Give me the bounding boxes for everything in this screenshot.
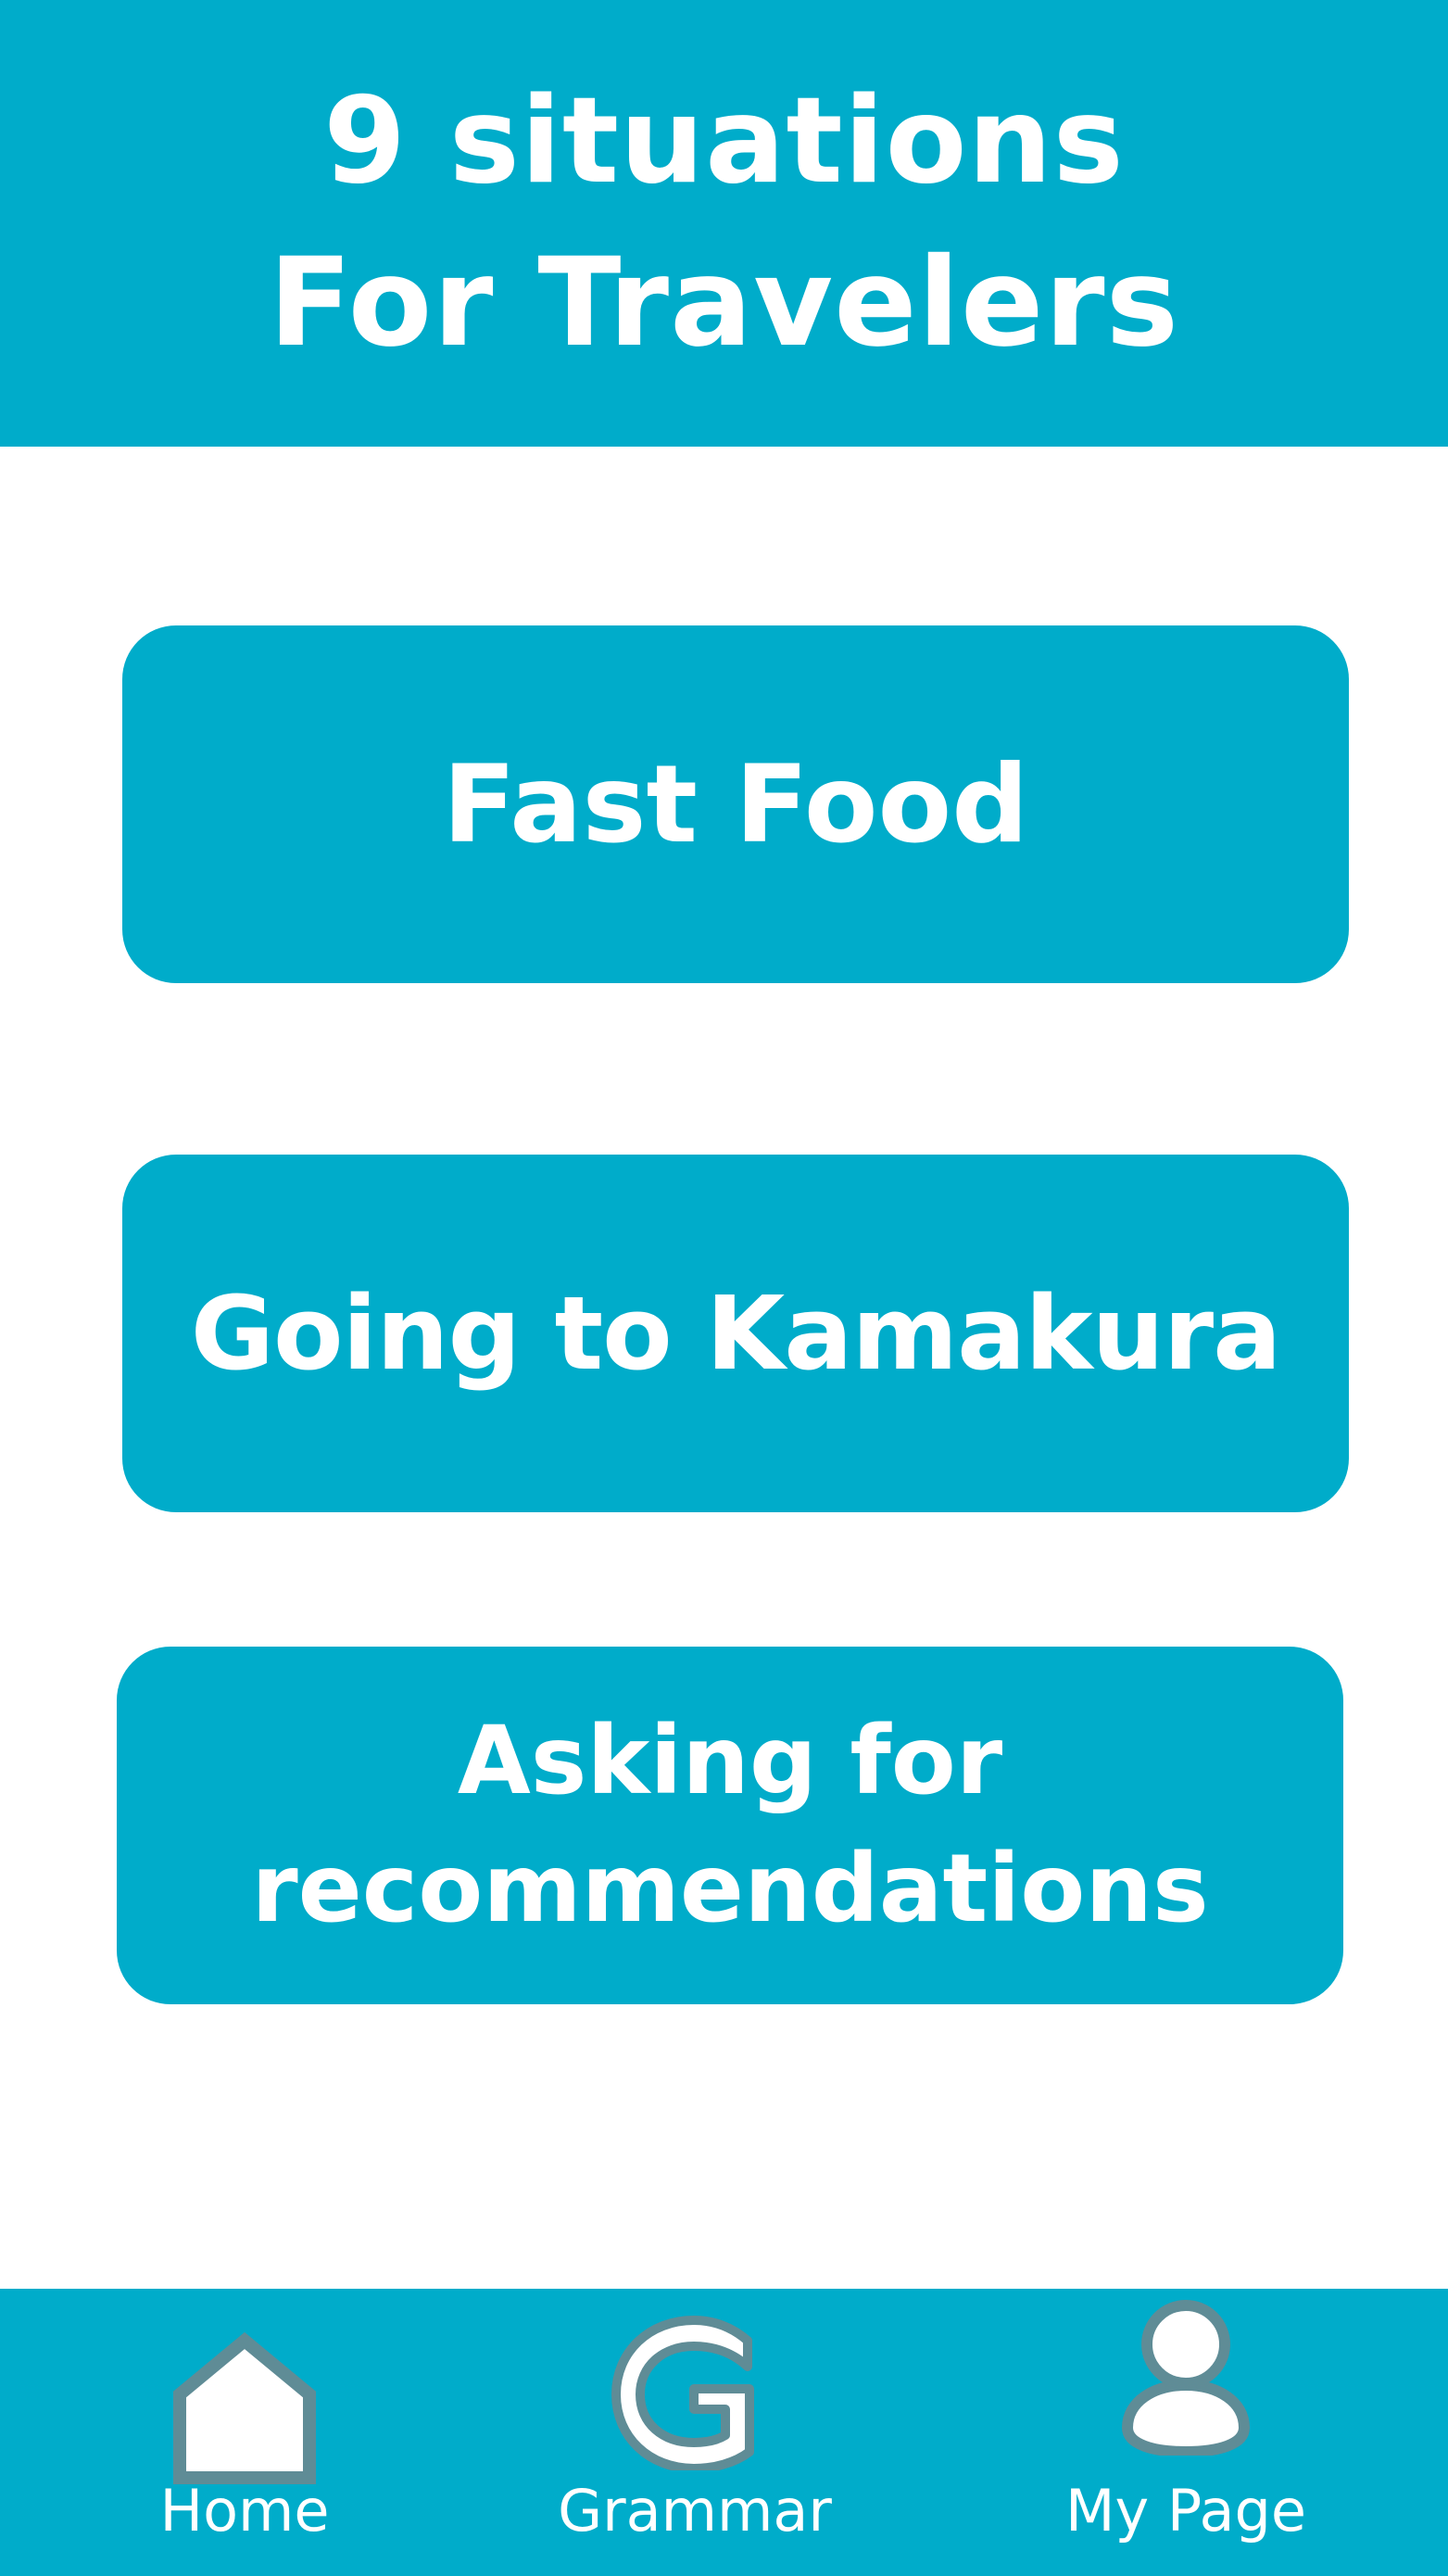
situation-label: Fast Food [442, 741, 1029, 867]
situation-button-fast-food[interactable]: Fast Food [122, 625, 1349, 983]
nav-item-grammar[interactable]: Grammar [556, 2289, 834, 2576]
page-title-line1: 9 situations [323, 72, 1125, 210]
situation-button-going-to-kamakura[interactable]: Going to Kamakura [122, 1155, 1349, 1512]
page-header: 9 situations For Travelers [0, 0, 1448, 447]
nav-label-home: Home [159, 2477, 330, 2544]
situation-label-line2: recommendations [251, 1834, 1209, 1944]
home-icon [173, 2331, 316, 2484]
situation-label-line1: Asking for [457, 1706, 1003, 1816]
situation-label: Going to Kamakura [190, 1274, 1282, 1393]
nav-label-grammar: Grammar [558, 2477, 832, 2544]
bottom-nav: Home Grammar My Page [0, 2289, 1448, 2576]
person-icon [1121, 2300, 1251, 2456]
nav-label-my-page: My Page [1065, 2477, 1306, 2544]
grammar-g-icon [611, 2316, 754, 2470]
nav-item-home[interactable]: Home [124, 2289, 365, 2576]
situation-button-asking-for-recommendations[interactable]: Asking for recommendations [117, 1647, 1343, 2004]
page-title-line2: For Travelers [268, 232, 1180, 374]
nav-item-my-page[interactable]: My Page [1047, 2289, 1325, 2576]
